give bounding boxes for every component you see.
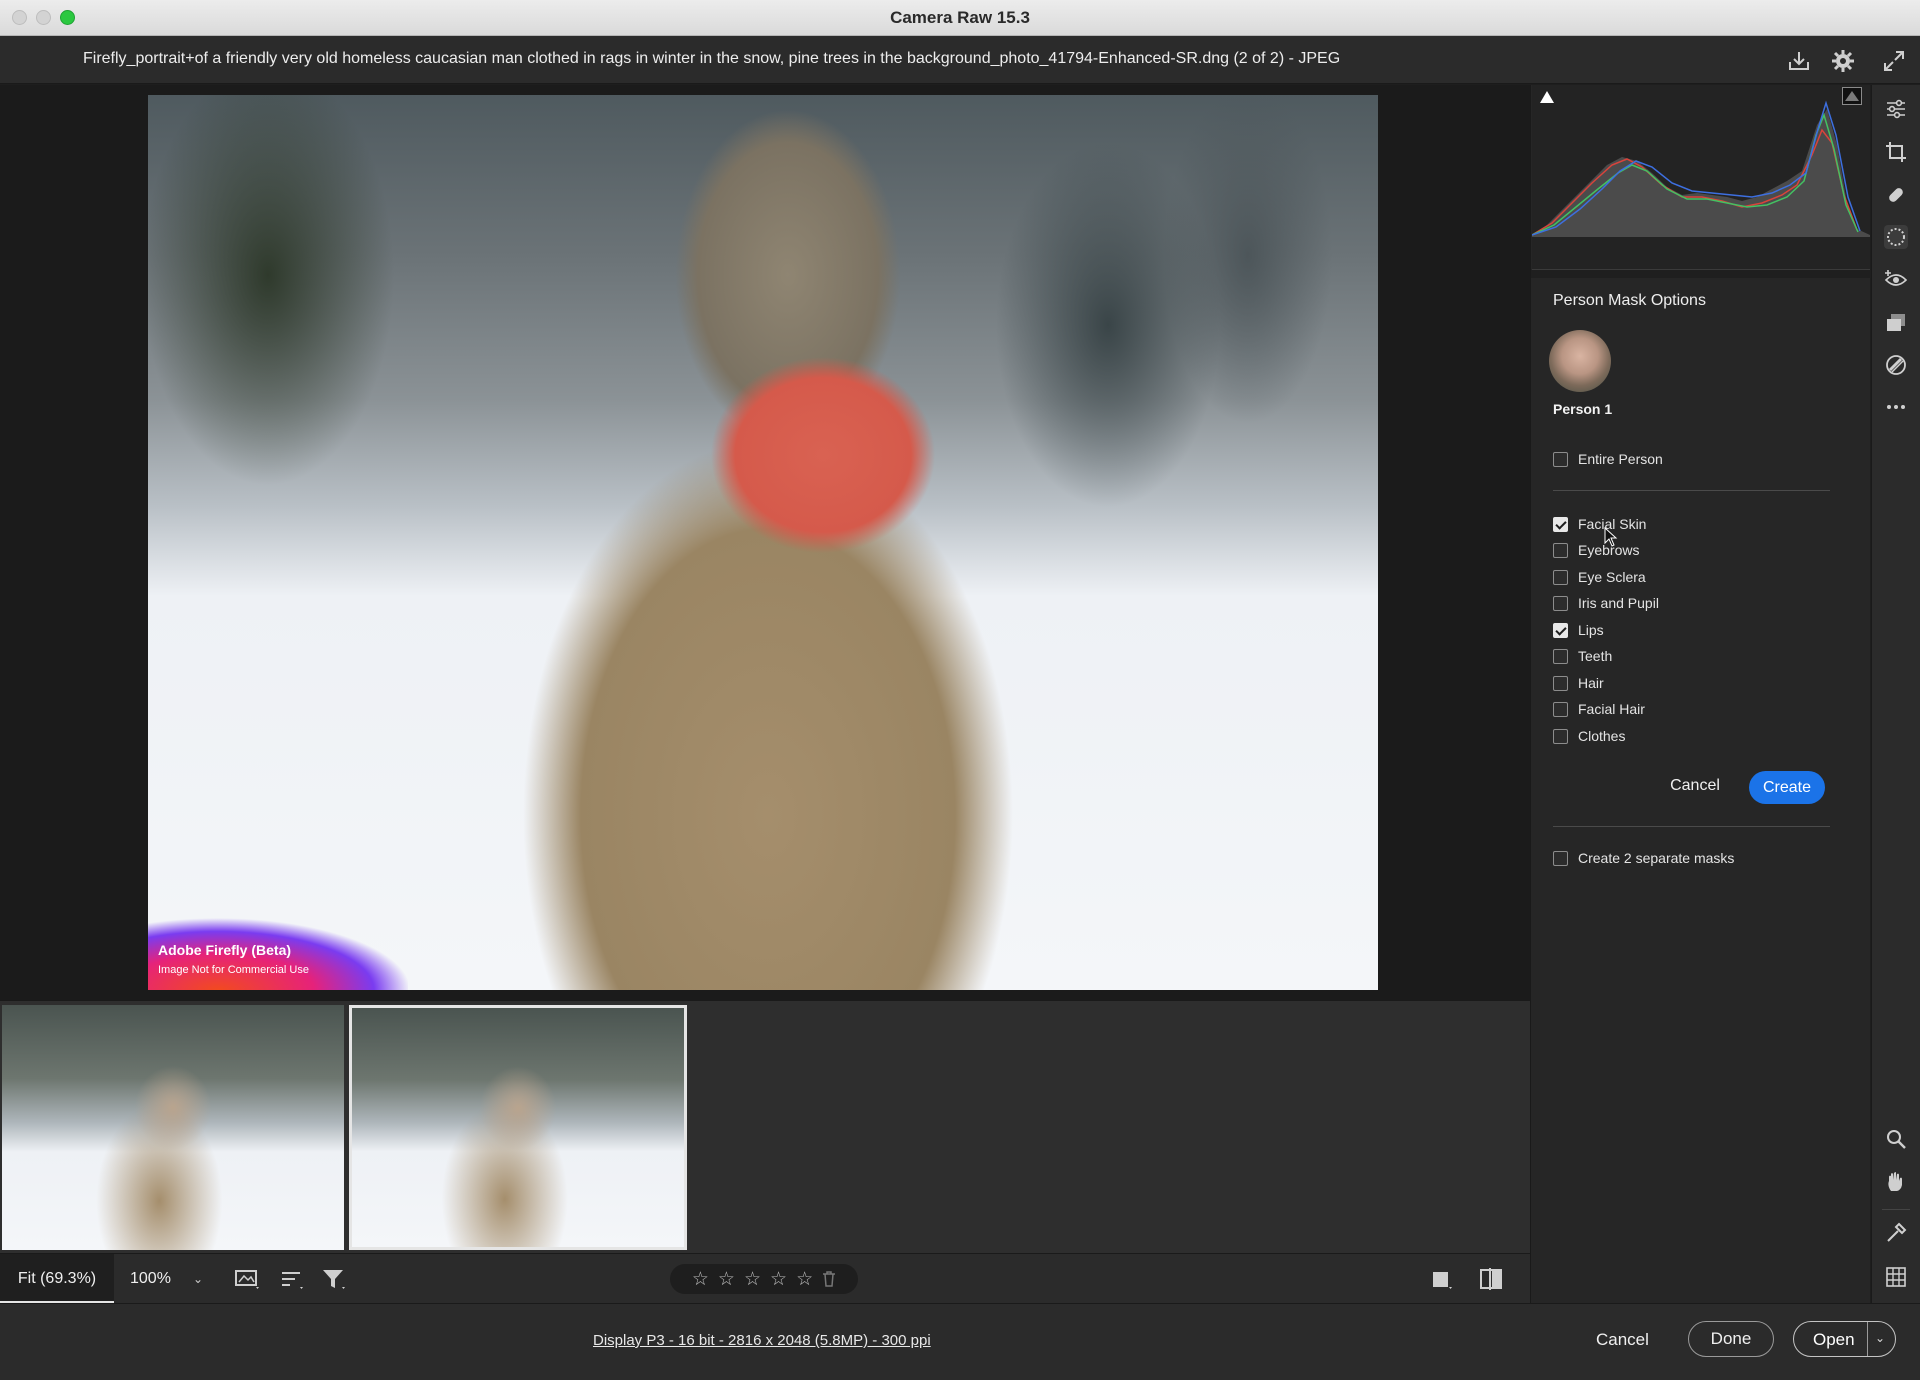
healing-brush-icon[interactable] [1884, 183, 1908, 207]
star-icon[interactable]: ☆ [796, 1270, 813, 1289]
snapshots-icon[interactable] [1884, 311, 1908, 335]
image-preview-area[interactable]: Adobe Firefly (Beta) Image Not for Comme… [0, 85, 1530, 1000]
panel-divider [1531, 270, 1871, 278]
hair-label: Hair [1578, 675, 1604, 691]
clothes-option[interactable]: Clothes [1553, 726, 1625, 746]
star-icon[interactable]: ☆ [744, 1270, 761, 1289]
hand-icon[interactable] [1884, 1170, 1908, 1194]
filmstrip [0, 1000, 1530, 1253]
filter-icon[interactable] [320, 1266, 348, 1292]
separate-masks-label: Create 2 separate masks [1578, 850, 1735, 866]
hair-option[interactable]: Hair [1553, 673, 1604, 693]
eyebrows-option[interactable]: Eyebrows [1553, 540, 1639, 560]
sort-icon[interactable] [278, 1266, 306, 1292]
eye-sclera-label: Eye Sclera [1578, 569, 1646, 585]
clothes-label: Clothes [1578, 728, 1626, 744]
person-1-label: Person 1 [1553, 401, 1613, 417]
mask-cancel-button[interactable]: Cancel [1663, 771, 1727, 801]
grid-overlay-icon[interactable] [1884, 1265, 1908, 1289]
iris-and-pupil-checkbox[interactable] [1553, 595, 1568, 611]
rating-bar: ☆ ☆ ☆ ☆ ☆ [670, 1264, 858, 1294]
zoom-100-button[interactable]: 100% [130, 1254, 171, 1304]
filmstrip-thumbnail-selected[interactable] [349, 1005, 687, 1250]
edit-sliders-icon[interactable] [1884, 97, 1908, 121]
fullscreen-icon[interactable] [1881, 48, 1907, 74]
main-photo[interactable]: Adobe Firefly (Beta) Image Not for Comme… [148, 95, 1378, 990]
star-icon[interactable]: ☆ [718, 1270, 735, 1289]
workflow-options-link[interactable]: Display P3 - 16 bit - 2816 x 2048 (5.8MP… [593, 1332, 931, 1349]
lips-checkbox[interactable] [1553, 622, 1568, 638]
entire-person-label: Entire Person [1578, 451, 1663, 467]
open-button-divider [1867, 1322, 1868, 1356]
zoom-icon[interactable] [1884, 1127, 1908, 1151]
view-mode-icon[interactable] [1427, 1266, 1455, 1292]
histogram [1532, 85, 1870, 270]
open-button[interactable]: Open ⌄ [1793, 1321, 1896, 1357]
histogram-graph [1532, 100, 1870, 237]
zoom-fit-button[interactable]: Fit (69.3%) [0, 1254, 114, 1304]
lips-label: Lips [1578, 622, 1604, 638]
open-options-dropdown-icon[interactable]: ⌄ [1875, 1331, 1885, 1345]
eyebrows-checkbox[interactable] [1553, 542, 1568, 558]
facial-hair-label: Facial Hair [1578, 701, 1645, 717]
separator [1553, 826, 1830, 827]
entire-person-checkbox[interactable] [1553, 451, 1568, 467]
hair-checkbox[interactable] [1553, 675, 1568, 691]
open-button-label[interactable]: Open [1813, 1330, 1855, 1350]
separate-masks-checkbox[interactable] [1553, 850, 1568, 866]
facial-hair-checkbox[interactable] [1553, 701, 1568, 717]
iris-and-pupil-label: Iris and Pupil [1578, 595, 1659, 611]
file-name: Firefly_portrait+of a friendly very old … [83, 50, 1341, 67]
trash-icon[interactable] [822, 1271, 836, 1287]
facial-skin-option[interactable]: Facial Skin [1553, 514, 1646, 534]
mask-panel-title: Person Mask Options [1553, 292, 1706, 309]
zoom-dropdown-icon[interactable]: ⌄ [193, 1254, 203, 1304]
tool-rail [1871, 85, 1920, 1303]
color-sampler-icon[interactable] [1884, 1221, 1908, 1245]
edit-panel: Person Mask Options Person 1 Entire Pers… [1530, 85, 1871, 1303]
mask-create-button[interactable]: Create [1749, 771, 1825, 804]
teeth-label: Teeth [1578, 648, 1613, 664]
person-1-avatar[interactable] [1549, 330, 1611, 392]
filmstrip-thumbnail[interactable] [2, 1005, 344, 1250]
star-icon[interactable]: ☆ [770, 1270, 787, 1289]
iris-and-pupil-option[interactable]: Iris and Pupil [1553, 593, 1659, 613]
cancel-button[interactable]: Cancel [1596, 1330, 1649, 1350]
bottom-toolbar: Fit (69.3%) 100% ⌄ ☆ ☆ ☆ ☆ ☆ [0, 1253, 1530, 1304]
more-options-icon[interactable] [1884, 395, 1908, 419]
red-eye-icon[interactable] [1884, 268, 1908, 292]
file-header: Firefly_portrait+of a friendly very old … [0, 36, 1920, 84]
status-bar: Display P3 - 16 bit - 2816 x 2048 (5.8MP… [0, 1303, 1920, 1380]
settings-gear-icon[interactable] [1830, 48, 1856, 74]
filmstrip-options-icon[interactable] [233, 1266, 261, 1292]
firefly-badge: Adobe Firefly (Beta) Image Not for Comme… [148, 900, 408, 990]
firefly-badge-brand: Adobe Firefly (Beta) [158, 942, 292, 958]
teeth-checkbox[interactable] [1553, 648, 1568, 664]
window-title: Camera Raw 15.3 [890, 8, 1030, 27]
save-icon[interactable] [1786, 48, 1812, 74]
crop-icon[interactable] [1884, 140, 1908, 164]
eye-sclera-option[interactable]: Eye Sclera [1553, 567, 1646, 587]
facial-hair-option[interactable]: Facial Hair [1553, 699, 1645, 719]
star-icon[interactable]: ☆ [692, 1270, 709, 1289]
mouse-cursor-icon [1604, 527, 1618, 547]
separate-masks-option[interactable]: Create 2 separate masks [1553, 848, 1734, 868]
facial-skin-checkbox[interactable] [1553, 516, 1568, 532]
firefly-badge-note: Image Not for Commercial Use [158, 964, 309, 976]
eye-sclera-checkbox[interactable] [1553, 569, 1568, 585]
photo-background [148, 95, 1378, 990]
lips-option[interactable]: Lips [1553, 620, 1604, 640]
masking-icon[interactable] [1884, 225, 1908, 249]
title-bar: Camera Raw 15.3 [0, 0, 1920, 36]
before-after-icon[interactable] [1477, 1266, 1505, 1292]
presets-icon[interactable] [1884, 353, 1908, 377]
clothes-checkbox[interactable] [1553, 728, 1568, 744]
rail-separator [1882, 1209, 1910, 1210]
done-button[interactable]: Done [1688, 1321, 1774, 1357]
entire-person-option[interactable]: Entire Person [1553, 449, 1663, 469]
teeth-option[interactable]: Teeth [1553, 646, 1612, 666]
separator [1553, 490, 1830, 491]
